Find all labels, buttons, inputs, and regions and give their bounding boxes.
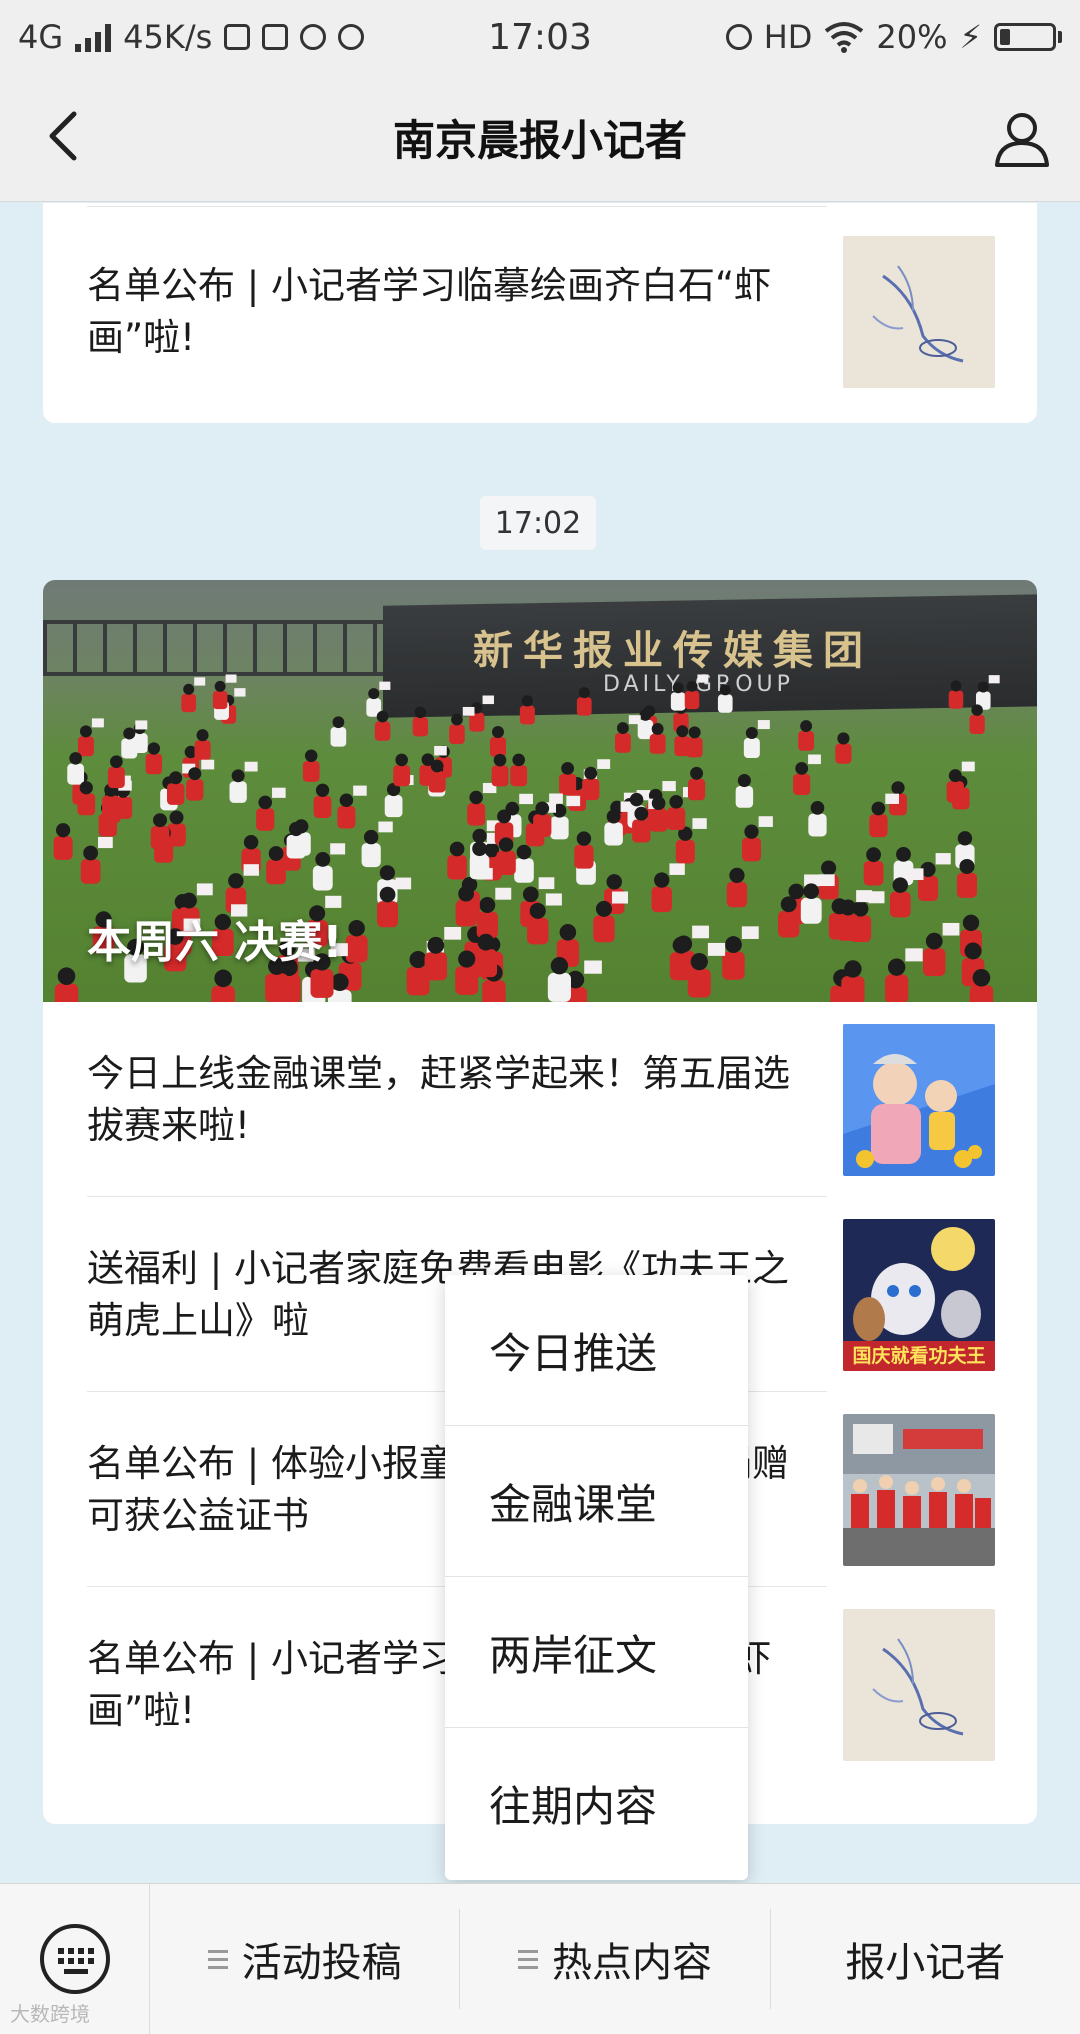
menu-item-finance-class[interactable]: 金融课堂	[445, 1426, 748, 1577]
status-bar: 4G 45K/s 17:03 HD 20% ⚡	[0, 0, 1080, 74]
menu-button-join[interactable]: 报小记者	[771, 1909, 1080, 2009]
wifi-icon	[825, 22, 864, 53]
menu-item-past-content[interactable]: 往期内容	[445, 1728, 748, 1879]
menu-item-today-push[interactable]: 今日推送	[445, 1275, 748, 1426]
chat-timestamp: 17:02	[480, 496, 596, 550]
article-title: 今日上线金融课堂，赶紧学起来！第五届选拔赛来啦!	[87, 1051, 790, 1147]
back-button[interactable]	[30, 104, 94, 168]
menu-item-essay-contest[interactable]: 两岸征文	[445, 1577, 748, 1728]
menu-button-label: 报小记者	[845, 1940, 1006, 1986]
article-thumbnail: 国庆就看功夫王	[843, 1218, 995, 1371]
hd-label: HD	[763, 18, 813, 56]
sub-menu-popup: 今日推送 金融课堂 两岸征文 往期内容	[445, 1275, 748, 1880]
article-thumbnail	[843, 236, 995, 388]
status-right: HD 20% ⚡	[725, 18, 1062, 56]
article-thumbnail	[843, 1413, 995, 1566]
message-icon	[338, 24, 365, 50]
profile-button[interactable]	[986, 102, 1058, 174]
menu-button-activity[interactable]: 活动投稿	[150, 1909, 461, 2009]
signal-icon	[75, 22, 112, 52]
status-left: 4G 45K/s	[18, 18, 365, 56]
page-title: 南京晨报小记者	[392, 116, 687, 165]
nav-bar: 南京晨报小记者	[0, 74, 1080, 202]
network-speed: 45K/s	[123, 18, 213, 56]
person-icon	[995, 113, 1049, 167]
battery-percent: 20%	[876, 18, 948, 56]
alarm-icon	[300, 24, 327, 50]
menu-button-label: 热点内容	[551, 1940, 712, 1986]
calendar-icon	[262, 24, 289, 50]
submenu-icon	[517, 1949, 538, 1969]
alarm-clock-icon	[725, 24, 752, 50]
menu-button-label: 活动投稿	[241, 1940, 402, 1986]
article-item[interactable]: 今日上线金融课堂，赶紧学起来！第五届选拔赛来啦!	[43, 1002, 1037, 1197]
article-thumbnail	[843, 1023, 995, 1176]
submenu-icon	[207, 1949, 228, 1969]
gallery-icon	[224, 24, 251, 50]
charging-icon: ⚡	[959, 18, 982, 56]
article-thumbnail	[843, 1608, 995, 1761]
chevron-left-icon	[49, 111, 77, 161]
bottom-menu-bar: 活动投稿 热点内容 报小记者	[0, 1883, 1080, 2034]
menu-button-hot-content[interactable]: 热点内容	[460, 1909, 771, 2009]
hero-article[interactable]: 新华报业传媒集团 DAILY GROUP 本周六 决赛!	[43, 580, 1037, 1002]
network-type: 4G	[18, 18, 64, 56]
hero-title: 本周六 决赛!	[87, 917, 343, 968]
watermark: 大数跨境	[10, 2002, 90, 2026]
thumbnail-caption: 国庆就看功夫王	[852, 1344, 986, 1367]
keyboard-icon	[39, 1924, 110, 1994]
article-card-previous: 名单公布 | 小记者学习临摹绘画齐白石“虾画”啦!	[43, 203, 1037, 423]
battery-icon	[994, 23, 1062, 51]
article-item[interactable]: 名单公布 | 小记者学习临摹绘画齐白石“虾画”啦!	[43, 207, 1037, 417]
article-title: 名单公布 | 小记者学习临摹绘画齐白石“虾画”啦!	[87, 264, 772, 359]
